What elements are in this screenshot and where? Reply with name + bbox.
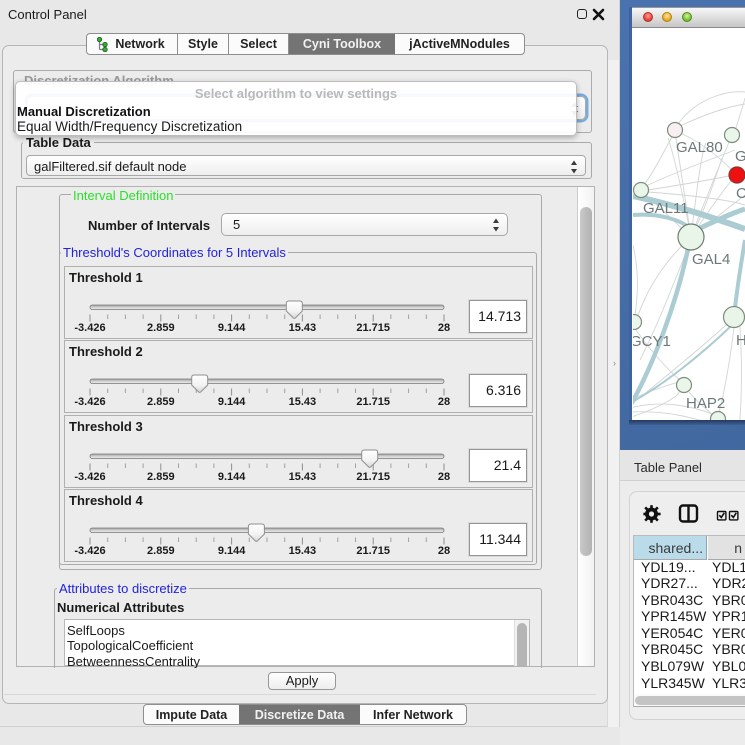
svg-text:GAL11: GAL11 [643,200,689,217]
svg-text:H: H [736,332,745,349]
svg-text:15.43: 15.43 [289,322,317,334]
svg-text:-3.426: -3.426 [74,396,105,408]
svg-text:28: 28 [438,545,450,557]
svg-text:28: 28 [438,322,450,334]
svg-text:C: C [736,185,745,202]
svg-text:28: 28 [438,471,450,483]
svg-text:9.144: 9.144 [218,396,246,408]
svg-text:2.859: 2.859 [147,545,175,557]
svg-text:G.: G. [735,148,745,165]
svg-text:21.715: 21.715 [356,396,390,408]
svg-text:15.43: 15.43 [289,545,317,557]
svg-text:HAP2: HAP2 [686,395,725,412]
svg-text:9.144: 9.144 [218,322,246,334]
svg-text:GAL4: GAL4 [692,251,730,268]
svg-text:15.43: 15.43 [289,471,317,483]
svg-text:2.859: 2.859 [147,322,175,334]
svg-text:2.859: 2.859 [147,471,175,483]
svg-text:GCY1: GCY1 [633,333,671,350]
svg-text:28: 28 [438,396,450,408]
svg-text:-3.426: -3.426 [74,545,105,557]
svg-text:GAL80: GAL80 [676,139,723,156]
svg-text:15.43: 15.43 [289,396,317,408]
svg-text:2.859: 2.859 [147,396,175,408]
svg-text:-3.426: -3.426 [74,322,105,334]
svg-text:9.144: 9.144 [218,471,246,483]
svg-text:21.715: 21.715 [356,545,390,557]
svg-text:-3.426: -3.426 [74,471,105,483]
svg-text:9.144: 9.144 [218,545,246,557]
svg-text:21.715: 21.715 [356,471,390,483]
svg-text:21.715: 21.715 [356,322,390,334]
